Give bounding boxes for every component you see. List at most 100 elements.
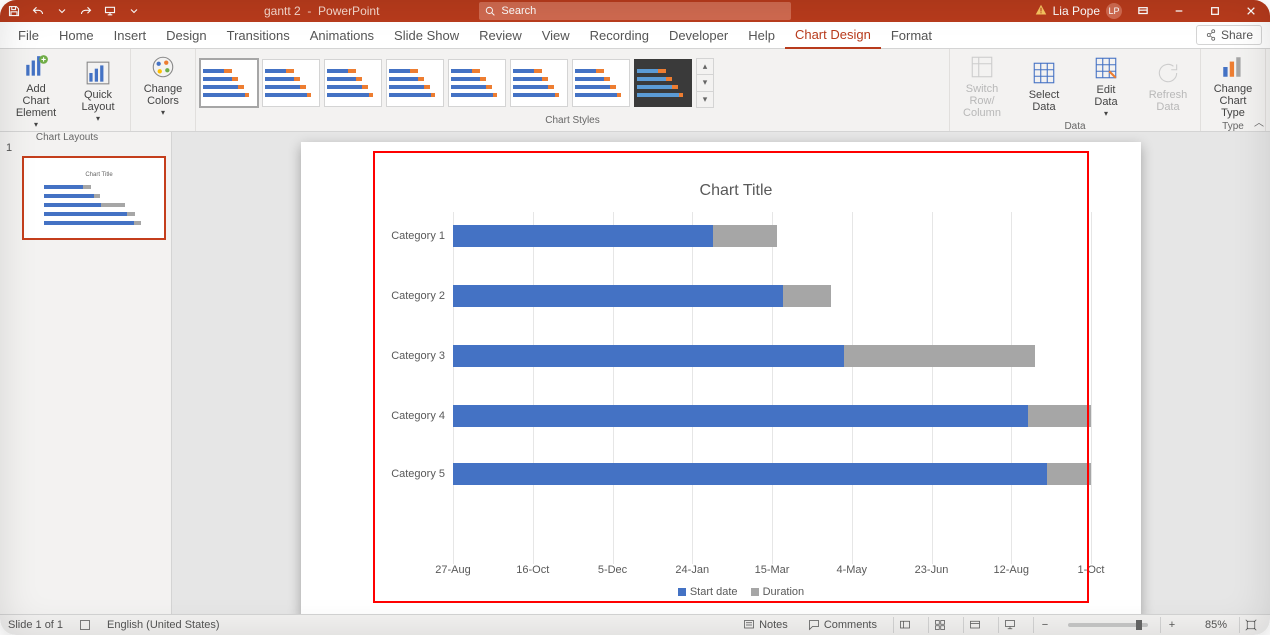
tab-slide-show[interactable]: Slide Show [384,22,469,48]
notes-button[interactable]: Notes [739,619,792,631]
chart-legend[interactable]: Start date Duration [381,586,1091,598]
present-icon[interactable] [100,1,120,21]
slide-area[interactable]: Chart Title Category 1Category 2Category… [172,132,1270,614]
tab-transitions[interactable]: Transitions [217,22,300,48]
view-slideshow-icon[interactable] [998,617,1021,633]
group-data: Switch Row/ Column Select Data Edit Data… [950,49,1201,131]
zoom-in-icon[interactable]: + [1160,617,1183,633]
slide-panel[interactable]: 1 Chart Title [0,132,172,614]
x-tick: 5-Dec [598,564,627,576]
fit-to-window-icon[interactable] [1239,617,1262,633]
slide-canvas[interactable]: Chart Title Category 1Category 2Category… [301,142,1141,614]
x-tick: 15-Mar [755,564,790,576]
close-icon[interactable] [1236,0,1266,22]
share-button[interactable]: Share [1196,25,1262,45]
tab-design[interactable]: Design [156,22,216,48]
view-normal-icon[interactable] [893,617,916,633]
category-label: Category 4 [381,410,445,422]
search-box[interactable]: Search [479,2,791,20]
legend-swatch-2 [751,588,759,596]
style-thumb-6[interactable] [510,59,568,107]
search-placeholder: Search [501,5,536,17]
gallery-down-icon[interactable]: ▾ [697,75,713,91]
add-chart-element-button[interactable]: Add Chart Element▾ [8,51,64,132]
workspace: 1 Chart Title Chart Title Category 1Cate… [0,132,1270,614]
comments-button[interactable]: Comments [804,619,881,631]
qat-more-icon[interactable] [124,1,144,21]
style-thumb-5[interactable] [448,59,506,107]
app-window: gantt 2 - PowerPoint Search Lia Pope LP … [0,0,1270,635]
x-tick: 23-Jun [915,564,949,576]
quick-layout-button[interactable]: Quick Layout▾ [70,57,126,126]
gallery-more-icon[interactable]: ▾ [697,92,713,107]
slide-info[interactable]: Slide 1 of 1 [8,619,63,631]
style-thumb-2[interactable] [262,59,320,107]
chart-title[interactable]: Chart Title [381,182,1091,200]
style-thumb-7[interactable] [572,59,630,107]
chart-bar[interactable] [453,285,1091,307]
style-thumb-8[interactable] [634,59,692,107]
gallery-up-icon[interactable]: ▴ [697,59,713,75]
tab-developer[interactable]: Developer [659,22,738,48]
group-change-colors: Change Colors▾ [131,49,196,131]
tab-review[interactable]: Review [469,22,532,48]
chart-row[interactable]: Category 5 [453,460,1091,488]
chart-plot-area[interactable]: Category 1 Category 2 Category 3 Category 4… [453,212,1091,564]
slide-number: 1 [6,142,12,154]
tab-animations[interactable]: Animations [300,22,384,48]
accessibility-button[interactable] [75,619,95,631]
ribbon-collapse-icon[interactable]: ︿ [1254,114,1264,129]
share-label: Share [1221,28,1253,42]
redo-icon[interactable] [76,1,96,21]
warning-icon[interactable] [1035,4,1047,19]
legend-label-2: Duration [763,586,805,598]
style-thumb-4[interactable] [386,59,444,107]
language-button[interactable]: English (United States) [107,619,220,631]
tab-recording[interactable]: Recording [580,22,659,48]
chart-bar[interactable] [453,405,1091,427]
change-chart-type-button[interactable]: Change Chart Type [1205,51,1261,121]
tab-chart-design[interactable]: Chart Design [785,21,881,49]
zoom-slider[interactable] [1068,623,1148,627]
chart-object[interactable]: Chart Title Category 1Category 2Category… [381,162,1091,598]
gallery-scroll[interactable]: ▴▾▾ [696,58,714,108]
tab-help[interactable]: Help [738,22,785,48]
style-thumb-3[interactable] [324,59,382,107]
user-name[interactable]: Lia Pope [1053,4,1100,18]
maximize-icon[interactable] [1200,0,1230,22]
chart-row[interactable]: Category 1 [453,222,1091,250]
chart-row[interactable]: Category 2 [453,282,1091,310]
view-sorter-icon[interactable] [928,617,951,633]
group-chart-layouts: Add Chart Element▾ Quick Layout▾ Chart L… [4,49,131,131]
group-chart-styles: ▴▾▾ Chart Styles [196,49,950,131]
category-label: Category 2 [381,290,445,302]
change-colors-button[interactable]: Change Colors▾ [135,51,191,120]
edit-data-button[interactable]: Edit Data▾ [1078,52,1134,121]
save-icon[interactable] [4,1,24,21]
tab-file[interactable]: File [8,22,49,48]
style-thumb-1[interactable] [200,59,258,107]
user-avatar[interactable]: LP [1106,3,1122,19]
x-tick: 27-Aug [435,564,470,576]
view-reading-icon[interactable] [963,617,986,633]
titlebar: gantt 2 - PowerPoint Search Lia Pope LP [0,0,1270,22]
chart-bar[interactable] [453,345,1091,367]
undo-icon[interactable] [28,1,48,21]
tab-home[interactable]: Home [49,22,104,48]
tab-format[interactable]: Format [881,22,942,48]
chart-bar[interactable] [453,463,1091,485]
tab-insert[interactable]: Insert [104,22,157,48]
chart-x-axis[interactable]: 27-Aug16-Oct5-Dec24-Jan15-Mar4-May23-Jun… [453,564,1091,580]
ribbon-display-icon[interactable] [1128,0,1158,22]
slide-thumbnail-1[interactable]: Chart Title [22,156,166,240]
chart-row[interactable]: Category 4 [453,402,1091,430]
tab-view[interactable]: View [532,22,580,48]
zoom-value[interactable]: 85% [1195,619,1227,631]
search-icon [485,6,495,16]
zoom-out-icon[interactable]: − [1033,617,1056,633]
select-data-button[interactable]: Select Data [1016,57,1072,115]
chart-bar[interactable] [453,225,1091,247]
minimize-icon[interactable] [1164,0,1194,22]
chart-row[interactable]: Category 3 [453,342,1091,370]
undo-dropdown-icon[interactable] [52,1,72,21]
